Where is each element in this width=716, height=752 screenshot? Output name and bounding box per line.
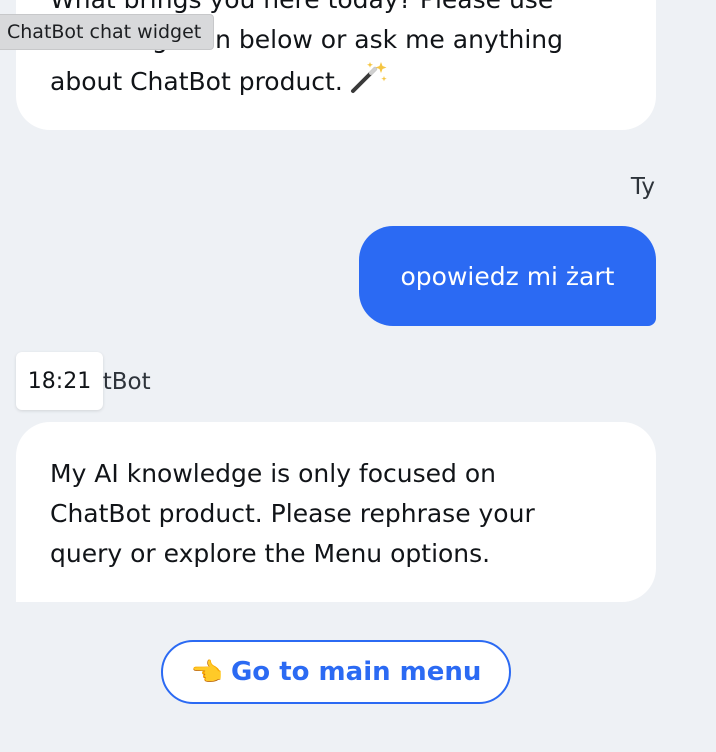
bot-message-text: My AI knowledge is only focused on ChatB…	[50, 454, 630, 574]
go-to-main-menu-label: Go to main menu	[230, 657, 482, 687]
bot-message-line: ChatBot product. Please rephrase your	[50, 499, 535, 528]
user-message-bubble: opowiedz mi żart	[359, 226, 656, 326]
user-sender-label: Ty	[630, 174, 655, 200]
bot-message-line: about ChatBot product.	[50, 60, 630, 106]
pointing-hand-icon: 👈	[190, 658, 223, 688]
bot-message-line-text: about ChatBot product.	[50, 67, 343, 96]
bot-message-line: My AI knowledge is only focused on	[50, 459, 496, 488]
chat-transcript: What brings you here today? Please use t…	[0, 0, 716, 752]
bot-message-line: query or explore the Menu options.	[50, 539, 491, 568]
user-message-text: opowiedz mi żart	[400, 261, 615, 291]
go-to-main-menu-button[interactable]: 👈 Go to main menu	[161, 640, 511, 704]
bot-message-bubble: My AI knowledge is only focused on ChatB…	[16, 422, 656, 602]
magic-wand-icon	[349, 60, 389, 106]
chat-widget-tooltip: ChatBot chat widget	[0, 14, 215, 50]
message-timestamp-tooltip: 18:21	[16, 352, 103, 410]
